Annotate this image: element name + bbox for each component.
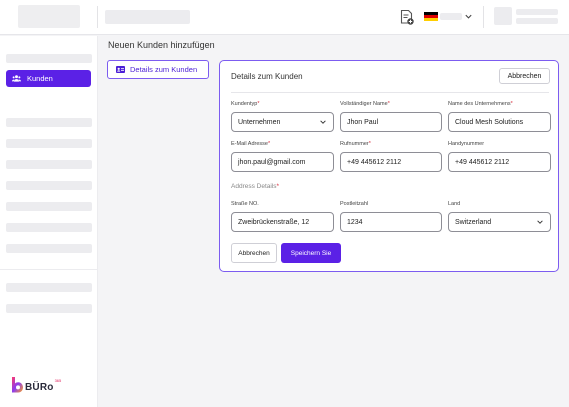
users-icon (12, 75, 21, 82)
sidebar-item-placeholder[interactable] (6, 223, 92, 232)
flag-band-gold (424, 18, 438, 21)
email-field[interactable]: jhon.paul@gmail.com (231, 152, 334, 172)
street-field[interactable]: Zweibrückenstraße, 12 (231, 212, 334, 232)
street-label: Straße NO. (231, 201, 259, 207)
form-title: Details zum Kunden (231, 72, 303, 81)
cancel-button[interactable]: Abbrechen (231, 243, 277, 263)
sidebar-item-placeholder[interactable] (6, 202, 92, 211)
chevron-down-icon[interactable] (464, 12, 473, 21)
phone-field[interactable]: +49 445612 2112 (340, 152, 442, 172)
required-marker: * (276, 183, 280, 190)
address-section-label: Address Details* (231, 183, 280, 190)
sidebar-item-placeholder[interactable] (6, 283, 92, 292)
country-select[interactable]: Switzerland (448, 212, 551, 232)
postal-code-field[interactable]: 1234 (340, 212, 442, 232)
customer-type-select[interactable]: Unternehmen (231, 112, 334, 132)
sidebar-divider (0, 269, 98, 270)
full-name-field[interactable]: Jhon Paul (340, 112, 442, 132)
country-value: Switzerland (455, 218, 492, 226)
customer-type-value: Unternehmen (238, 118, 281, 126)
sidebar-item-placeholder[interactable] (6, 139, 92, 148)
top-bar (0, 0, 569, 35)
divider (231, 92, 549, 93)
sidebar: Kunden BÜRo 365 (0, 36, 98, 407)
logo-placeholder (18, 5, 80, 28)
id-card-icon (116, 66, 125, 73)
required-marker: * (257, 101, 260, 107)
full-name-label: Vollständiger Name* (340, 101, 390, 107)
language-placeholder (440, 13, 462, 20)
sidebar-item-placeholder[interactable] (6, 160, 92, 169)
brand-logo: BÜRo 365 (11, 377, 61, 393)
company-name-label: Name des Unternehmens* (448, 101, 513, 107)
user-role-placeholder (516, 18, 558, 24)
chevron-down-icon (537, 220, 543, 224)
save-button[interactable]: Speichern Sie (281, 243, 341, 263)
germany-flag-icon[interactable] (424, 12, 438, 21)
customer-form-card: Details zum Kunden Abbrechen Kundentyp* … (219, 60, 559, 272)
user-name-placeholder (516, 9, 558, 15)
required-marker: * (268, 141, 271, 147)
sidebar-item-label: Kunden (27, 74, 53, 83)
divider (97, 6, 98, 28)
phone-label: Rufnummer* (340, 141, 371, 147)
email-label: E-Mail Adresse* (231, 141, 271, 147)
sidebar-item-kunden[interactable]: Kunden (6, 70, 91, 87)
divider (483, 6, 484, 28)
brand-name: BÜRo (25, 382, 54, 393)
sidebar-item-placeholder[interactable] (6, 181, 92, 190)
required-marker: * (510, 101, 513, 107)
mobile-field[interactable]: +49 445612 2112 (448, 152, 551, 172)
country-label: Land (448, 201, 461, 207)
sidebar-item-placeholder[interactable] (6, 54, 92, 63)
company-name-field[interactable]: Cloud Mesh Solutions (448, 112, 551, 132)
sidebar-item-placeholder[interactable] (6, 244, 92, 253)
customer-type-label: Kundentyp* (231, 101, 260, 107)
mobile-label: Handynummer (448, 141, 485, 147)
chevron-down-icon (320, 120, 326, 124)
sidebar-item-placeholder[interactable] (6, 118, 92, 127)
search-placeholder[interactable] (105, 10, 190, 24)
postal-code-label: Postleitzahl (340, 201, 369, 207)
tab-customer-details[interactable]: Details zum Kunden (107, 60, 209, 79)
document-plus-icon[interactable] (400, 9, 414, 25)
avatar[interactable] (494, 7, 512, 25)
cancel-top-button[interactable]: Abbrechen (499, 68, 550, 84)
required-marker: * (387, 101, 390, 107)
required-marker: * (368, 141, 371, 147)
brand-mark-icon (12, 377, 23, 393)
page-title: Neuen Kunden hinzufügen (108, 40, 215, 50)
brand-superscript: 365 (54, 378, 62, 383)
sidebar-item-placeholder[interactable] (6, 304, 92, 313)
tab-label: Details zum Kunden (130, 65, 198, 74)
